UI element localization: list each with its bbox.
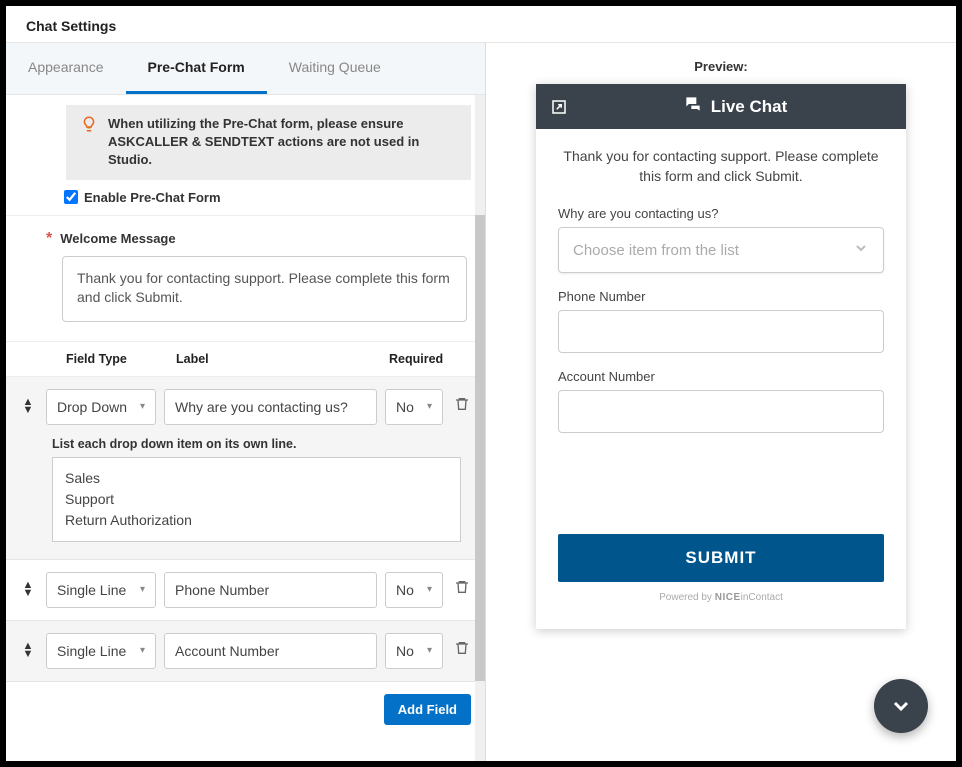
tabs: Appearance Pre-Chat Form Waiting Queue [6,43,485,95]
field-row: ▲▼ Single Line ▾ Account Number No ▾ [6,621,485,682]
settings-scroll[interactable]: When utilizing the Pre-Chat form, please… [6,95,485,761]
alert-text: When utilizing the Pre-Chat form, please… [108,115,457,170]
tab-appearance[interactable]: Appearance [6,43,126,94]
field-type-value: Single Line [57,643,126,659]
col-field-type: Field Type [66,352,176,366]
field-required-value: No [396,399,414,415]
delete-field-button[interactable] [451,640,473,661]
field-label-input[interactable]: Account Number [164,633,377,669]
lightbulb-icon [80,115,98,138]
delete-field-button[interactable] [451,579,473,600]
page-title: Chat Settings [6,6,956,43]
preview-pane: Preview: Live Chat Thank you for contact… [486,43,956,761]
field-required-select[interactable]: No ▾ [385,389,443,425]
chevron-down-icon: ▾ [427,645,432,656]
field-label-value: Account Number [175,643,279,659]
field-header: Field Type Label Required [6,342,485,377]
preview-field-label: Account Number [558,369,884,384]
info-alert: When utilizing the Pre-Chat form, please… [66,105,471,180]
welcome-message-input[interactable] [62,256,467,322]
field-label-input[interactable]: Phone Number [164,572,377,608]
chevron-down-icon: ▾ [427,584,432,595]
collapse-fab-button[interactable] [874,679,928,733]
welcome-message-label: Welcome Message [60,231,175,246]
powered-by: Powered by NICEinContact [558,582,884,611]
content: Appearance Pre-Chat Form Waiting Queue W… [6,43,956,761]
settings-pane: Appearance Pre-Chat Form Waiting Queue W… [6,43,486,761]
chat-settings-window: Chat Settings Appearance Pre-Chat Form W… [6,6,956,761]
chat-title: Live Chat [711,97,788,117]
field-label-value: Phone Number [175,582,269,598]
preview-dropdown-placeholder: Choose item from the list [573,242,739,259]
enable-prechat-row: Enable Pre-Chat Form [6,190,485,216]
chevron-down-icon: ▾ [140,584,145,595]
required-star: * [46,230,52,248]
dropdown-hint: List each drop down item on its own line… [52,437,473,451]
chevron-down-icon [853,240,869,260]
drag-handle-icon[interactable]: ▲▼ [18,399,38,414]
field-required-select[interactable]: No ▾ [385,572,443,608]
scrollbar-thumb[interactable] [475,215,485,681]
field-row: ▲▼ Drop Down ▾ Why are you contacting us… [6,377,485,560]
dropdown-items-input[interactable] [52,457,461,542]
preview-dropdown[interactable]: Choose item from the list [558,227,884,273]
tab-prechat[interactable]: Pre-Chat Form [126,43,267,94]
field-type-value: Single Line [57,582,126,598]
field-required-value: No [396,582,414,598]
field-row: ▲▼ Single Line ▾ Phone Number No ▾ [6,560,485,621]
field-label-value: Why are you contacting us? [175,399,348,415]
submit-button[interactable]: SUBMIT [558,534,884,582]
preview-field-label: Phone Number [558,289,884,304]
chat-body: Thank you for contacting support. Please… [536,129,906,629]
drag-handle-icon[interactable]: ▲▼ [18,643,38,658]
chevron-down-icon: ▾ [140,645,145,656]
field-type-select[interactable]: Single Line ▾ [46,572,156,608]
chat-welcome-text: Thank you for contacting support. Please… [558,147,884,186]
preview-label: Preview: [694,59,747,74]
col-required: Required [389,352,469,366]
field-label-input[interactable]: Why are you contacting us? [164,389,377,425]
chevron-down-icon: ▾ [140,401,145,412]
enable-prechat-label: Enable Pre-Chat Form [84,190,221,205]
scrollbar-track[interactable] [475,95,485,761]
field-required-value: No [396,643,414,659]
preview-field-label: Why are you contacting us? [558,206,884,221]
preview-phone-input[interactable] [558,310,884,353]
welcome-message-block: * Welcome Message [6,216,485,342]
add-field-row: Add Field [6,682,485,737]
tab-waiting[interactable]: Waiting Queue [267,43,403,94]
chat-widget: Live Chat Thank you for contacting suppo… [536,84,906,629]
field-type-value: Drop Down [57,399,127,415]
field-required-select[interactable]: No ▾ [385,633,443,669]
col-label: Label [176,352,389,366]
enable-prechat-checkbox[interactable] [64,190,78,204]
preview-account-input[interactable] [558,390,884,433]
chat-icon [683,94,703,119]
popout-icon[interactable] [550,98,568,116]
drag-handle-icon[interactable]: ▲▼ [18,582,38,597]
chevron-down-icon: ▾ [427,401,432,412]
field-type-select[interactable]: Single Line ▾ [46,633,156,669]
chat-header: Live Chat [536,84,906,129]
field-type-select[interactable]: Drop Down ▾ [46,389,156,425]
add-field-button[interactable]: Add Field [384,694,471,725]
delete-field-button[interactable] [451,396,473,417]
